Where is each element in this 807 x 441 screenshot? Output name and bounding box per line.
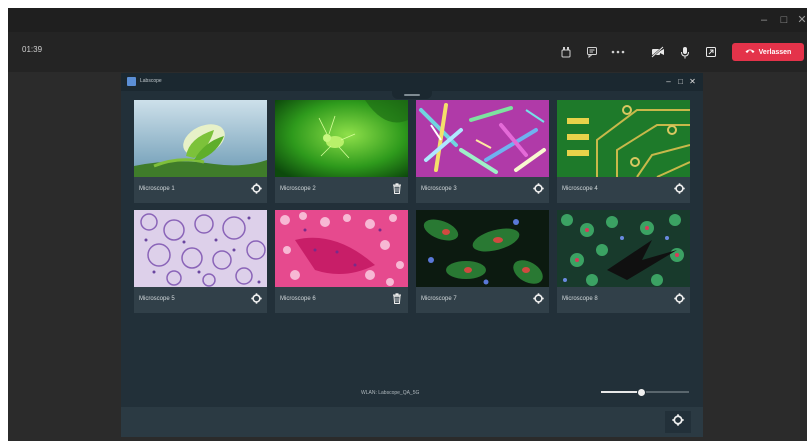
labscope-logo-icon xyxy=(127,77,136,86)
microscope-1-image xyxy=(134,100,267,177)
close-icon[interactable]: ✕ xyxy=(794,12,807,28)
microscope-8-image xyxy=(557,210,690,287)
settings-icon[interactable] xyxy=(673,182,685,194)
settings-icon[interactable] xyxy=(532,182,544,194)
app-minimize-icon[interactable]: – xyxy=(664,77,673,87)
microscope-label: Microscope 1 xyxy=(139,186,175,192)
microscope-7-image xyxy=(416,210,549,287)
more-icon[interactable] xyxy=(608,42,628,62)
microscope-label: Microscope 2 xyxy=(280,186,316,192)
microscope-label: Microscope 8 xyxy=(562,296,598,302)
settings-icon[interactable] xyxy=(250,292,262,304)
participants-icon[interactable] xyxy=(556,42,576,62)
meeting-titlebar: – □ ✕ xyxy=(8,8,807,32)
leave-call-button[interactable]: Verlassen xyxy=(732,43,804,61)
microscope-card-5[interactable]: Microscope 5 xyxy=(134,210,267,313)
zoom-slider[interactable] xyxy=(601,387,689,397)
camera-off-icon[interactable] xyxy=(648,42,668,62)
microscope-2-image xyxy=(275,100,408,177)
call-timer: 01:39 xyxy=(22,45,43,54)
microphone-icon[interactable] xyxy=(675,42,695,62)
maximize-icon[interactable]: □ xyxy=(776,12,792,28)
drag-handle[interactable] xyxy=(392,91,432,99)
settings-icon[interactable] xyxy=(532,292,544,304)
microscope-label: Microscope 4 xyxy=(562,186,598,192)
microscope-card-3[interactable]: Microscope 3 xyxy=(416,100,549,203)
app-title: Labscope xyxy=(140,78,162,84)
trash-icon[interactable] xyxy=(391,292,403,304)
app-titlebar: Labscope – □ ✕ xyxy=(121,73,703,91)
leave-label: Verlassen xyxy=(758,48,792,56)
microscope-card-4[interactable]: Microscope 4 xyxy=(557,100,690,203)
app-settings-button[interactable] xyxy=(665,411,691,433)
chat-icon[interactable] xyxy=(582,42,602,62)
microscope-card-7[interactable]: Microscope 7 xyxy=(416,210,549,313)
microscope-card-6[interactable]: Microscope 6 xyxy=(275,210,408,313)
zoom-slider-fill xyxy=(601,391,641,393)
microscope-card-1[interactable]: Microscope 1 xyxy=(134,100,267,203)
trash-icon[interactable] xyxy=(391,182,403,194)
microscope-5-image xyxy=(134,210,267,287)
microscope-label: Microscope 5 xyxy=(139,296,175,302)
settings-icon[interactable] xyxy=(673,292,685,304)
labscope-window: Labscope – □ ✕ Microscope 1 Microscope 2… xyxy=(121,73,703,437)
app-maximize-icon[interactable]: □ xyxy=(676,77,685,87)
wlan-status: WLAN: Labscope_QA_5G xyxy=(361,390,420,396)
microscope-card-8[interactable]: Microscope 8 xyxy=(557,210,690,313)
meeting-toolbar: 01:39 Verlassen xyxy=(8,32,807,72)
microscope-4-image xyxy=(557,100,690,177)
microscope-label: Microscope 7 xyxy=(421,296,457,302)
settings-icon[interactable] xyxy=(250,182,262,194)
settings-icon xyxy=(672,413,684,431)
app-bottom-bar xyxy=(121,407,703,437)
microscope-label: Microscope 3 xyxy=(421,186,457,192)
microscope-label: Microscope 6 xyxy=(280,296,316,302)
share-icon[interactable] xyxy=(701,42,721,62)
microscope-3-image xyxy=(416,100,549,177)
minimize-icon[interactable]: – xyxy=(756,12,772,28)
app-close-icon[interactable]: ✕ xyxy=(688,77,697,87)
zoom-slider-thumb[interactable] xyxy=(636,388,646,397)
microscope-6-image xyxy=(275,210,408,287)
microscope-card-2[interactable]: Microscope 2 xyxy=(275,100,408,203)
hangup-icon xyxy=(745,48,755,56)
